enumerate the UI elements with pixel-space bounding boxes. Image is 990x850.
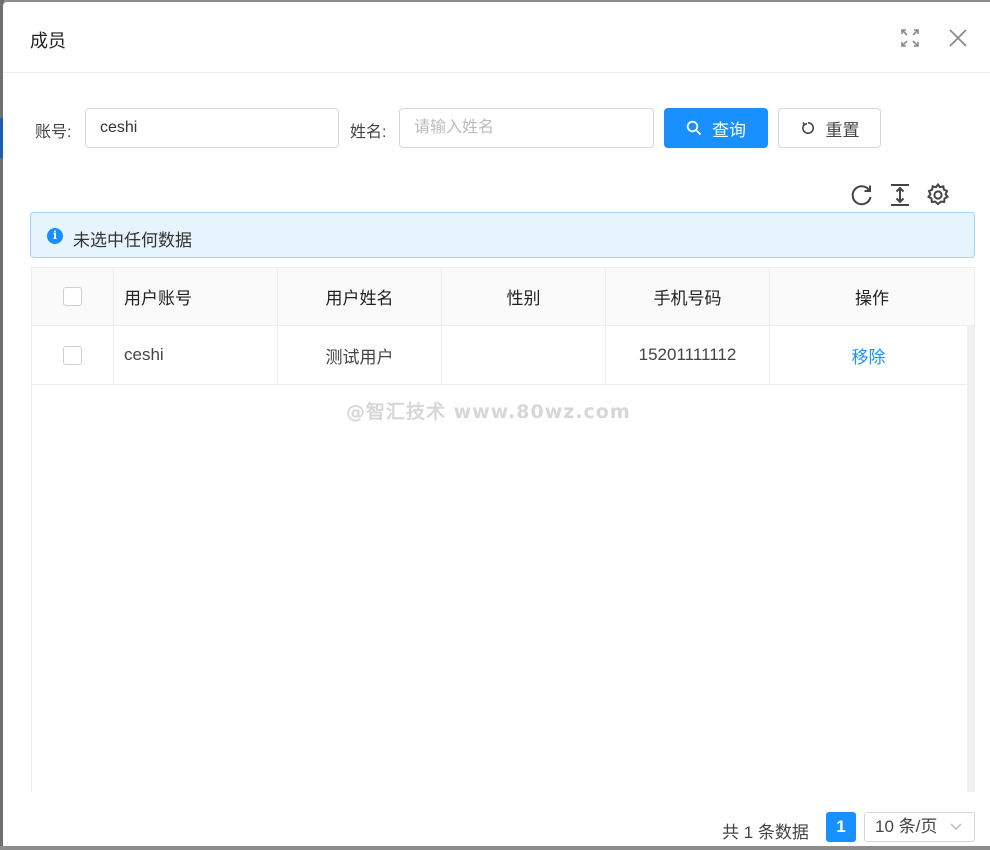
row-checkbox[interactable]: [63, 345, 82, 365]
select-all-cell: [32, 268, 114, 325]
alert-text: 未选中任何数据: [73, 231, 192, 250]
settings-button[interactable]: [925, 182, 951, 208]
table-scrollbar[interactable]: [967, 326, 974, 792]
column-header-account[interactable]: 用户账号: [114, 268, 278, 325]
name-label: 姓名:: [350, 124, 387, 141]
total-count: 共 1 条数据: [722, 823, 809, 842]
info-icon: i: [47, 228, 63, 244]
query-button[interactable]: 查询: [664, 108, 768, 148]
reset-button[interactable]: 重置: [778, 108, 881, 148]
modal-header: 成员: [3, 2, 990, 73]
cell-phone: 15201111112: [606, 326, 770, 384]
account-input[interactable]: [85, 108, 339, 148]
cell-account: ceshi: [114, 326, 278, 384]
chevron-down-icon: [950, 813, 962, 850]
search-icon: [686, 120, 702, 136]
modal-title: 成员: [30, 31, 66, 51]
member-table: 用户账号 用户姓名 性别 手机号码 操作 ceshi 测试用户 15201111…: [31, 267, 975, 792]
page-button-1[interactable]: 1: [826, 812, 856, 842]
close-icon: [949, 29, 967, 47]
selection-alert: i 未选中任何数据: [30, 212, 975, 258]
reset-icon: [801, 121, 814, 134]
table-header: 用户账号 用户姓名 性别 手机号码 操作: [32, 268, 974, 326]
column-header-name[interactable]: 用户姓名: [278, 268, 442, 325]
table-row[interactable]: ceshi 测试用户 15201111112 移除: [32, 326, 967, 385]
remove-link[interactable]: 移除: [852, 343, 886, 368]
page-size-value: 10 条/页: [875, 817, 938, 836]
reset-button-label: 重置: [825, 120, 860, 140]
cell-action: 移除: [770, 326, 967, 384]
refresh-icon: [851, 185, 872, 206]
column-header-action: 操作: [855, 289, 889, 308]
settings-icon: [927, 182, 949, 206]
search-form: 账号: 姓名: 查询 重置: [3, 108, 990, 148]
fullscreen-icon: [901, 29, 919, 47]
pagination: 共 1 条数据 1 10 条/页: [3, 812, 990, 844]
cell-gender: [442, 326, 606, 384]
name-input[interactable]: [399, 108, 654, 148]
fullscreen-button[interactable]: [900, 28, 920, 48]
column-height-icon: [891, 184, 909, 206]
watermark: @智汇技术 www.80wz.com: [346, 401, 631, 423]
account-label: 账号:: [35, 124, 72, 141]
select-all-checkbox[interactable]: [63, 287, 82, 306]
column-header-gender[interactable]: 性别: [442, 268, 606, 325]
column-header-phone[interactable]: 手机号码: [606, 268, 770, 325]
density-button[interactable]: [887, 182, 913, 208]
page-size-select[interactable]: 10 条/页: [864, 812, 975, 842]
cell-name: 测试用户: [278, 326, 442, 384]
close-button[interactable]: [948, 28, 968, 48]
query-button-label: 查询: [712, 120, 746, 140]
refresh-button[interactable]: [849, 182, 875, 208]
row-select-cell: [32, 326, 114, 384]
member-modal: 成员 账号: 姓名: 查询: [3, 2, 990, 846]
